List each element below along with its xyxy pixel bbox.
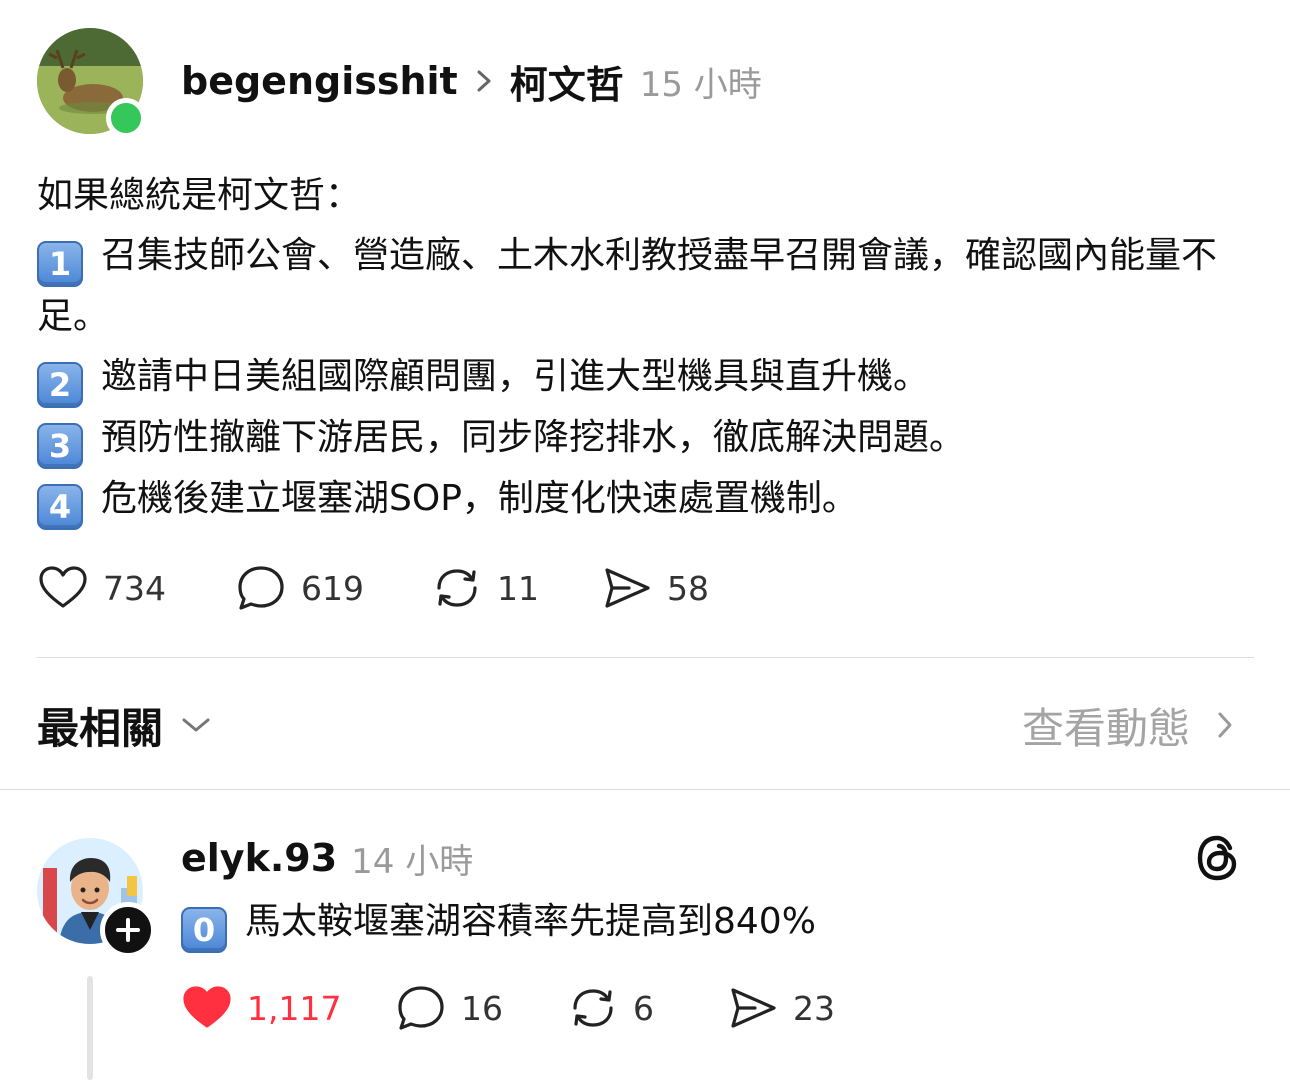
post-username[interactable]: begengisshit bbox=[181, 59, 458, 103]
keycap-number-icon: 3 bbox=[37, 423, 83, 469]
plus-icon bbox=[116, 918, 140, 942]
divider bbox=[37, 657, 1254, 658]
chevron-right-icon bbox=[477, 70, 491, 92]
reply-header: elyk.93 14 小時 bbox=[181, 830, 473, 886]
reply-username[interactable]: elyk.93 bbox=[181, 836, 337, 880]
like-count: 1,117 bbox=[247, 988, 342, 1028]
comment-button[interactable]: 16 bbox=[395, 982, 567, 1034]
comment-button[interactable]: 619 bbox=[235, 562, 431, 614]
share-count: 23 bbox=[793, 988, 835, 1028]
repost-count: 11 bbox=[497, 568, 539, 608]
like-count: 734 bbox=[103, 568, 166, 608]
keycap-number-icon: 4 bbox=[37, 484, 83, 530]
reply-body: 0 馬太鞍堰塞湖容積率先提高到840% bbox=[181, 892, 816, 953]
post-line-text: 如果總統是柯文哲： bbox=[37, 175, 362, 216]
share-button[interactable]: 58 bbox=[601, 562, 709, 614]
share-count: 58 bbox=[667, 568, 709, 608]
comment-count: 619 bbox=[301, 568, 364, 608]
post-line-text: 邀請中日美組國際顧問團，引進大型機具與直升機。 bbox=[101, 356, 930, 397]
post-line-text: 召集技師公會、營造廠、土木水利教授盡早召開會議，確認國內能量不足。 bbox=[37, 235, 1218, 337]
repost-button[interactable]: 11 bbox=[431, 562, 601, 614]
comment-count: 16 bbox=[461, 988, 503, 1028]
keycap-number-icon: 2 bbox=[37, 362, 83, 408]
post-header: begengisshit 柯文哲 15 小時 bbox=[181, 50, 762, 112]
like-button[interactable]: 734 bbox=[37, 562, 235, 614]
heart-icon bbox=[39, 566, 87, 608]
comment-bubble-icon bbox=[238, 566, 284, 610]
thread-connector-line bbox=[87, 976, 93, 1080]
post-line: 3 預防性撤離下游居民，同步降挖排水，徹底解決問題。 bbox=[37, 408, 1247, 469]
chevron-down-icon bbox=[182, 718, 210, 732]
divider bbox=[0, 789, 1290, 790]
like-button[interactable]: 1,117 bbox=[181, 982, 395, 1034]
post-line-text: 預防性撤離下游居民，同步降挖排水，徹底解決問題。 bbox=[101, 417, 966, 458]
sort-label: 最相關 bbox=[37, 703, 164, 753]
send-icon bbox=[605, 568, 650, 608]
repost-icon bbox=[573, 989, 613, 1027]
keycap-number-icon: 1 bbox=[37, 241, 83, 287]
repost-button[interactable]: 6 bbox=[567, 982, 727, 1034]
post-topic[interactable]: 柯文哲 bbox=[510, 54, 624, 109]
repost-icon bbox=[437, 569, 477, 607]
send-icon bbox=[731, 988, 776, 1028]
follow-plus-button[interactable] bbox=[100, 902, 156, 958]
post-line: 1 召集技師公會、營造廠、土木水利教授盡早召開會議，確認國內能量不足。 bbox=[37, 226, 1247, 347]
post-line-text: 危機後建立堰塞湖SOP，制度化快速處置機制。 bbox=[101, 478, 858, 519]
reply-actions: 1,117 16 6 23 bbox=[181, 982, 835, 1034]
online-status-dot bbox=[106, 98, 146, 138]
post-line: 4 危機後建立堰塞湖SOP，制度化快速處置機制。 bbox=[37, 469, 1247, 530]
post-line: 2 邀請中日美組國際顧問團，引進大型機具與直升機。 bbox=[37, 347, 1247, 408]
view-activity-link[interactable]: 查看動態 bbox=[1022, 695, 1234, 755]
heart-icon bbox=[183, 986, 231, 1028]
view-activity-label: 查看動態 bbox=[1021, 703, 1190, 753]
post-body: 如果總統是柯文哲： 1 召集技師公會、營造廠、土木水利教授盡早召開會議，確認國內能… bbox=[37, 166, 1247, 530]
sort-dropdown[interactable]: 最相關 bbox=[37, 695, 211, 755]
keycap-number-icon: 0 bbox=[181, 907, 227, 953]
threads-logo-icon[interactable] bbox=[1192, 832, 1244, 884]
post-actions: 734 619 11 58 bbox=[37, 562, 709, 614]
post-line: 如果總統是柯文哲： bbox=[37, 166, 1247, 226]
comment-bubble-icon bbox=[398, 986, 444, 1030]
post-time: 15 小時 bbox=[639, 64, 762, 105]
reply-time: 14 小時 bbox=[351, 841, 474, 882]
reply-text: 馬太鞍堰塞湖容積率先提高到840% bbox=[245, 901, 816, 942]
repost-count: 6 bbox=[633, 988, 654, 1028]
share-button[interactable]: 23 bbox=[727, 982, 835, 1034]
chevron-right-icon bbox=[1218, 712, 1232, 738]
